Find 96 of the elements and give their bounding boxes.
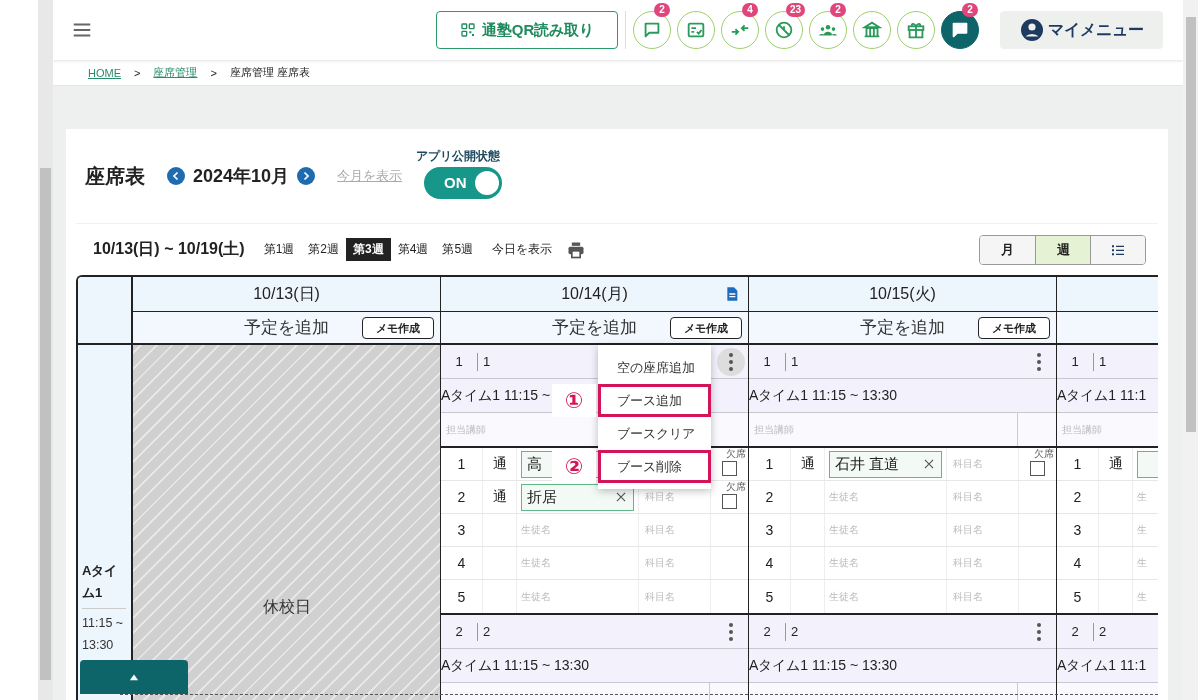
- date-label: 10/15(火): [869, 283, 936, 304]
- seat-number: 2: [457, 489, 466, 505]
- breadcrumb-link[interactable]: 座席管理: [153, 65, 198, 80]
- student-input[interactable]: 生徒名: [517, 514, 639, 546]
- booth-number: 2: [454, 624, 464, 639]
- student-field[interactable]: 石井 直道: [829, 450, 942, 478]
- booth-number: 1: [762, 354, 772, 369]
- create-memo-button[interactable]: メモ作成: [978, 317, 1050, 339]
- count-badge: 23: [786, 3, 806, 17]
- week-tab[interactable]: 第3週: [346, 238, 391, 261]
- booth-time-label: Aタイム1 11:15 ~ 13:30: [749, 386, 897, 405]
- booth-name: 2: [785, 622, 1025, 641]
- subject-input[interactable]: 科目名: [947, 448, 1019, 480]
- qr-scan-button[interactable]: 通塾QR読み取り: [436, 11, 618, 49]
- time-slot-name: Aタイム1: [82, 560, 126, 609]
- attendance-type: 通: [1108, 455, 1123, 473]
- menu-item[interactable]: ブース追加: [598, 384, 711, 417]
- step-number: ②: [552, 450, 596, 483]
- week-range: 10/13(日) ~ 10/19(土): [93, 239, 245, 259]
- seat-number: 2: [1073, 489, 1082, 505]
- booth-number: 2: [1070, 624, 1080, 639]
- subject-input[interactable]: 科目名: [639, 547, 711, 579]
- breadcrumb-separator: >: [134, 66, 141, 79]
- seat-number: 3: [1073, 522, 1082, 538]
- create-memo-button[interactable]: メモ作成: [362, 317, 434, 339]
- booth-time-label: Aタイム1 11:1: [1057, 386, 1147, 405]
- subject-input[interactable]: 科目名: [947, 481, 1019, 513]
- attendance-type: 通: [492, 455, 507, 473]
- attendance-type: 通: [800, 455, 815, 473]
- attendance-type: 通: [492, 488, 507, 506]
- count-badge: 4: [742, 3, 758, 17]
- seat-number: 5: [765, 588, 774, 605]
- week-tab[interactable]: 第5週: [435, 238, 481, 261]
- subject-input[interactable]: 科目名: [947, 547, 1019, 579]
- seat-number: 4: [457, 555, 466, 571]
- booth-time-label: Aタイム1 11:15 ~: [441, 386, 551, 405]
- student-input[interactable]: 生徒名: [825, 547, 947, 579]
- show-today-link[interactable]: 今日を表示: [492, 241, 553, 258]
- breadcrumb-link[interactable]: HOME: [88, 66, 121, 79]
- publish-toggle[interactable]: ON: [424, 166, 503, 199]
- booth-time-label: Aタイム1 11:15 ~ 13:30: [749, 656, 897, 675]
- time-slot-time: 11:15 ~ 13:30: [82, 615, 125, 654]
- subject-input[interactable]: 科目名: [947, 514, 1019, 546]
- count-badge: 2: [654, 3, 670, 17]
- subject-input[interactable]: 科目名: [947, 580, 1019, 613]
- this-month-link[interactable]: 今月を表示: [337, 167, 403, 185]
- booth-number: 2: [762, 624, 772, 639]
- add-schedule-link[interactable]: 予定を追加: [860, 316, 945, 339]
- breadcrumb-current: 座席管理 座席表: [229, 65, 310, 80]
- seat-number: 4: [1073, 555, 1082, 571]
- subject-input[interactable]: 科目名: [639, 514, 711, 546]
- student-input[interactable]: 生徒名: [825, 481, 947, 513]
- student-input[interactable]: 生徒名: [517, 580, 639, 613]
- student-input[interactable]: 生徒名: [825, 514, 947, 546]
- student-field[interactable]: 折居: [521, 483, 634, 511]
- add-schedule-link[interactable]: 予定を追加: [552, 316, 637, 339]
- week-tab[interactable]: 第2週: [301, 238, 346, 261]
- subject-input[interactable]: 科目名: [639, 580, 711, 613]
- student-input[interactable]: 生徒名: [825, 580, 947, 613]
- week-tab[interactable]: 第1週: [256, 238, 302, 261]
- closed-day-label: 休校日: [262, 597, 311, 617]
- seat-number: 4: [765, 555, 774, 571]
- seat-number: 3: [457, 522, 466, 538]
- week-tab[interactable]: 第4週: [390, 238, 436, 261]
- page-title: 座席表: [85, 163, 145, 189]
- seat-number: 1: [1073, 456, 1082, 472]
- breadcrumb-separator: >: [210, 66, 217, 79]
- seat-number: 2: [765, 489, 774, 505]
- step-number: ①: [552, 384, 596, 417]
- booth-name: 2: [477, 622, 717, 641]
- booth-number: 1: [1070, 354, 1080, 369]
- booth-number: 1: [454, 354, 464, 369]
- absent-label: 欠席: [726, 448, 746, 459]
- view-toggle-button[interactable]: 月: [980, 235, 1035, 264]
- count-badge: 2: [962, 3, 978, 17]
- date-label: 10/14(月): [561, 283, 628, 304]
- publish-status-label: アプリ公開状態: [416, 147, 501, 165]
- add-schedule-link[interactable]: 予定を追加: [244, 316, 329, 339]
- seat-number: 1: [457, 456, 466, 472]
- date-label: 10/13(日): [253, 283, 320, 304]
- month-label: 2024年10月: [193, 165, 290, 188]
- absent-label: 欠席: [1034, 448, 1054, 459]
- view-toggle-button[interactable]: 週: [1035, 235, 1090, 264]
- create-memo-button[interactable]: メモ作成: [670, 317, 742, 339]
- seat-number: 3: [765, 522, 774, 538]
- student-input[interactable]: 生徒名: [517, 547, 639, 579]
- menu-item[interactable]: ブース削除: [598, 450, 711, 483]
- booth-time-label: Aタイム1 11:1: [1057, 656, 1147, 675]
- seat-number: 5: [1073, 588, 1082, 605]
- booth-name: 1: [785, 352, 1025, 371]
- absent-label: 欠席: [726, 481, 746, 492]
- my-menu-button[interactable]: マイメニュー: [1000, 11, 1163, 49]
- seat-number: 1: [765, 456, 774, 472]
- count-badge: 2: [830, 3, 846, 17]
- booth-time-label: Aタイム1 11:15 ~ 13:30: [441, 656, 589, 675]
- seat-number: 5: [457, 588, 466, 605]
